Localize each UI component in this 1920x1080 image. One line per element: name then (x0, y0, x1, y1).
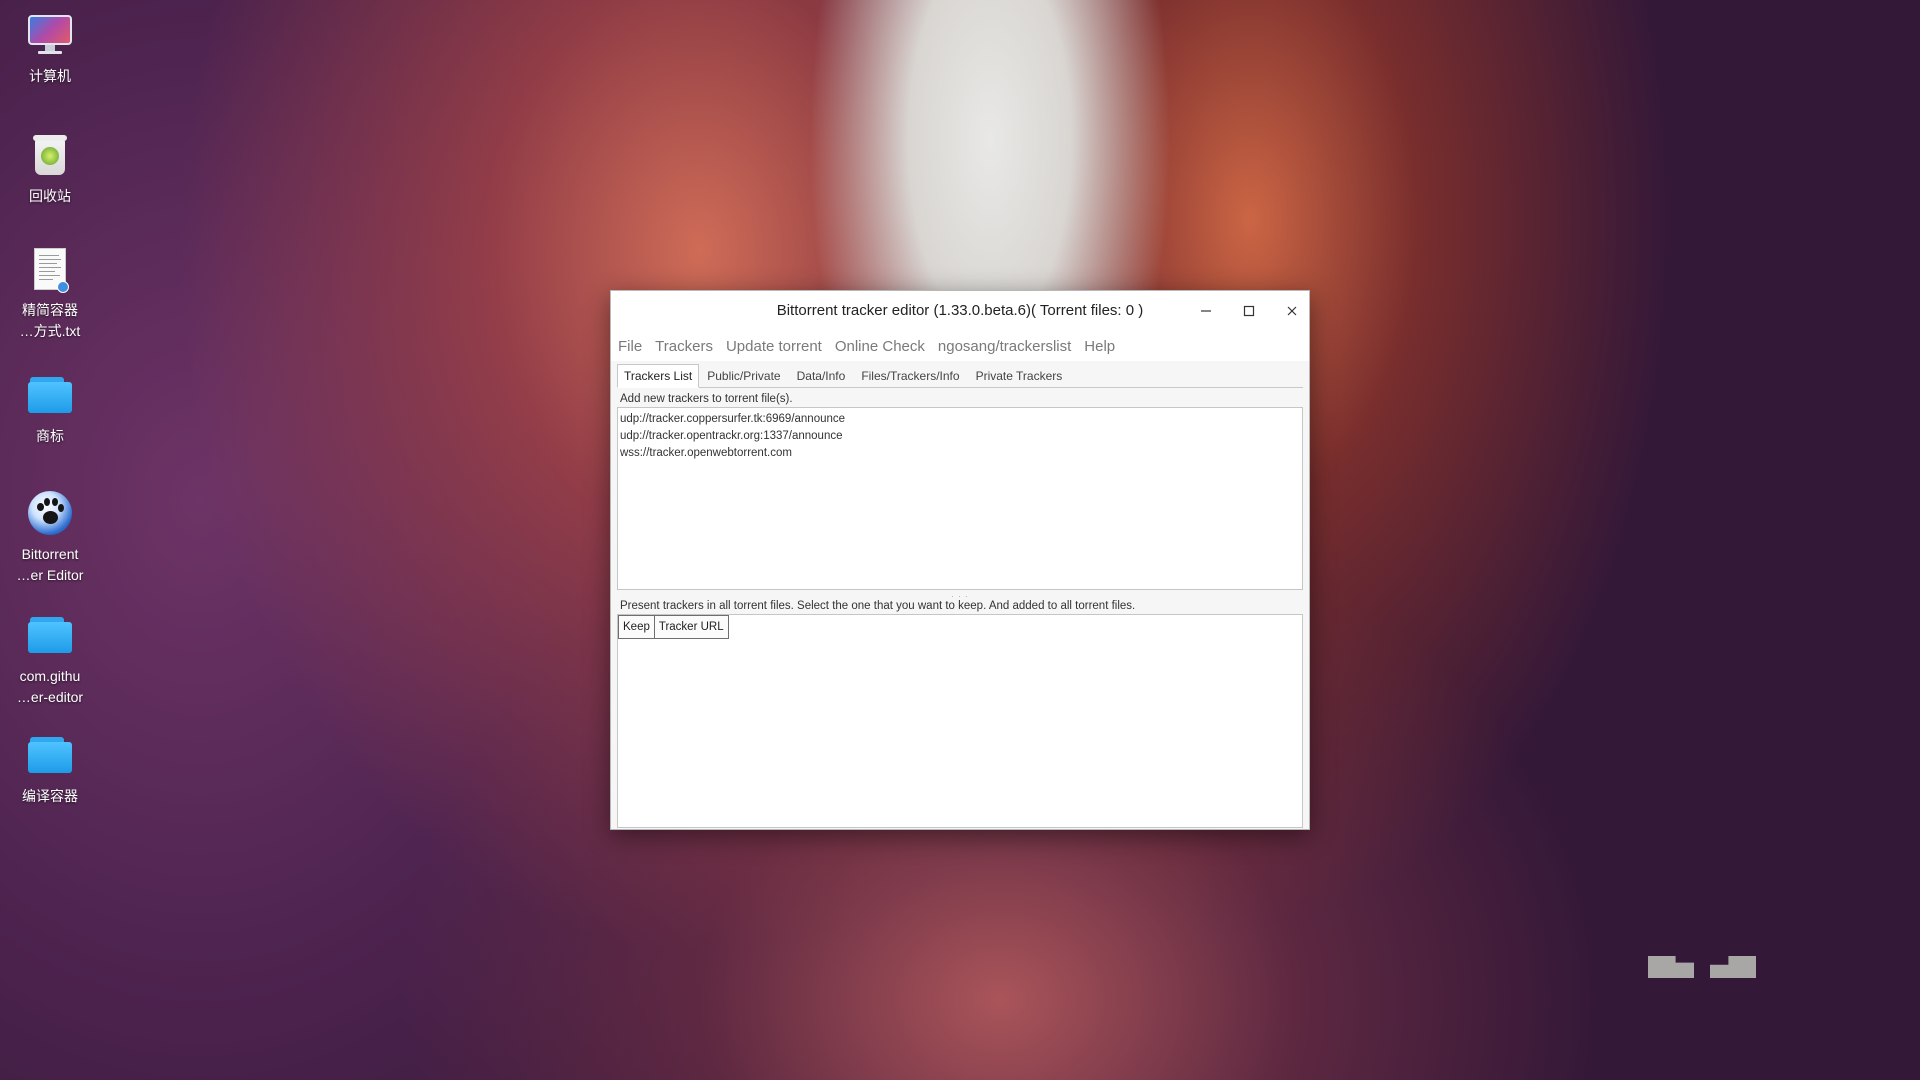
desktop-icon-label-line2: …er Editor (16, 567, 84, 583)
close-icon (1287, 306, 1297, 316)
close-button[interactable] (1277, 297, 1307, 325)
desktop-icon-folder-trademark[interactable]: 商标 (6, 372, 94, 447)
desktop-icon-trash[interactable]: 回收站 (6, 132, 94, 207)
menu-update-torrent[interactable]: Update torrent (726, 338, 822, 355)
folder-icon (27, 372, 73, 418)
desktop-icon-folder-github[interactable]: com.githu …er-editor (6, 612, 94, 708)
text-file-icon (27, 246, 73, 293)
desktop-icon-label: com.githu (19, 668, 81, 684)
folder-icon (27, 612, 73, 658)
column-header-tracker-url[interactable]: Tracker URL (654, 615, 729, 639)
present-trackers-label: Present trackers in all torrent files. S… (620, 600, 1136, 612)
add-trackers-group: Add new trackers to torrent file(s). udp… (617, 391, 1303, 590)
menu-trackers[interactable]: Trackers (655, 338, 713, 355)
tray-block-right (1710, 956, 1756, 978)
tracker-line: udp://tracker.opentrackr.org:1337/announ… (620, 430, 843, 442)
desktop-icon-label-line2: …方式.txt (19, 323, 81, 339)
minimize-icon (1201, 310, 1211, 312)
desktop-icon-folder-compile[interactable]: 编译容器 (6, 732, 94, 807)
paw-icon (27, 490, 73, 536)
tab-bar: Trackers List Public/Private Data/Info F… (617, 363, 1303, 388)
new-trackers-textbox[interactable]: udp://tracker.coppersurfer.tk:6969/annou… (617, 407, 1303, 590)
menu-online-check[interactable]: Online Check (835, 338, 925, 355)
menu-file[interactable]: File (618, 338, 642, 355)
menu-bar: File Trackers Update torrent Online Chec… (611, 331, 1309, 361)
desktop-icon-computer[interactable]: 计算机 (6, 12, 94, 87)
desktop-icon-text-file[interactable]: 精简容器 …方式.txt (6, 246, 94, 342)
tracker-line: wss://tracker.openwebtorrent.com (620, 447, 792, 459)
tracker-line: udp://tracker.coppersurfer.tk:6969/annou… (620, 413, 846, 425)
menu-help[interactable]: Help (1084, 338, 1115, 355)
list-header: Keep Tracker URL (618, 615, 1302, 639)
desktop-icon-label: Bittorrent (21, 546, 79, 562)
trash-icon (27, 132, 73, 178)
menu-trackerslist[interactable]: ngosang/trackerslist (938, 338, 1071, 355)
tab-trackers-list[interactable]: Trackers List (617, 364, 700, 388)
folder-icon (27, 732, 73, 778)
desktop-icon-label: 计算机 (29, 68, 71, 84)
tab-files-trackers-info[interactable]: Files/Trackers/Info (853, 365, 967, 387)
desktop-icon-label: 精简容器 (22, 302, 78, 318)
app-window: Bittorrent tracker editor (1.33.0.beta.6… (610, 290, 1310, 830)
computer-icon (27, 12, 73, 58)
desktop-icon-label: 回收站 (29, 188, 71, 204)
minimize-button[interactable] (1191, 297, 1221, 325)
title-bar[interactable]: Bittorrent tracker editor (1.33.0.beta.6… (611, 291, 1309, 331)
desktop-icon-label: 编译容器 (22, 788, 78, 804)
tab-public-private[interactable]: Public/Private (699, 365, 788, 387)
present-trackers-list[interactable]: Keep Tracker URL (617, 614, 1303, 828)
desktop-icon-bittorrent-editor[interactable]: Bittorrent …er Editor (6, 490, 94, 586)
present-trackers-group: Present trackers in all torrent files. S… (617, 598, 1303, 828)
add-trackers-label: Add new trackers to torrent file(s). (620, 393, 793, 405)
desktop-icon-label: 商标 (36, 428, 64, 444)
column-header-keep[interactable]: Keep (618, 615, 655, 639)
tab-data-info[interactable]: Data/Info (789, 365, 854, 387)
maximize-button[interactable] (1234, 297, 1264, 325)
desktop-icon-label-line2: …er-editor (16, 689, 84, 705)
tray-block-left (1648, 956, 1694, 978)
maximize-icon (1243, 305, 1255, 317)
tab-private-trackers[interactable]: Private Trackers (968, 365, 1071, 387)
